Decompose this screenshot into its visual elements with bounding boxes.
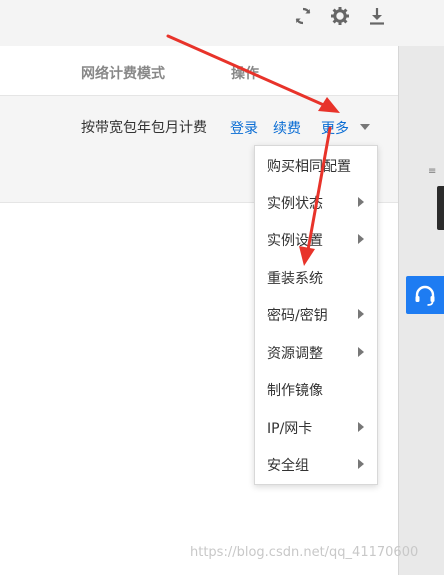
menu-item-reinstall-system[interactable]: 重装系统: [255, 259, 377, 295]
chevron-right-icon: [358, 347, 364, 357]
menu-item-buy-same-config[interactable]: 购买相同配置: [255, 147, 377, 183]
menu-item-label: 密码/密钥: [267, 308, 328, 324]
menu-item-label: IP/网卡: [267, 421, 313, 437]
chevron-right-icon: [358, 459, 364, 469]
chevron-right-icon: [358, 422, 364, 432]
top-toolbar: [0, 0, 398, 46]
download-icon-graphic: [370, 8, 384, 25]
menu-item-instance-settings[interactable]: 实例设置: [255, 221, 377, 257]
gear-icon-graphic: [331, 7, 349, 25]
chevron-right-icon: [358, 309, 364, 319]
customer-support-button[interactable]: [406, 276, 444, 314]
refresh-icon-graphic: [295, 7, 311, 25]
menu-item-label: 制作镜像: [267, 383, 323, 399]
more-actions-menu: 购买相同配置 实例状态 实例设置 重装系统 密码/密钥 资源调整 制作镜像 IP…: [254, 145, 378, 485]
menu-item-password-key[interactable]: 密码/密钥: [255, 296, 377, 332]
watermark-text: https://blog.csdn.net/qq_41170600: [190, 545, 419, 560]
login-link[interactable]: 登录: [230, 118, 258, 138]
scrollbar-thumb[interactable]: [437, 186, 444, 230]
scroll-grip-icon: ≡: [428, 166, 437, 177]
column-header-billing-mode: 网络计费模式: [81, 66, 165, 82]
billing-mode-cell: 按带宽包年包月计费: [81, 120, 207, 136]
menu-item-label: 重装系统: [267, 271, 323, 287]
menu-item-label: 购买相同配置: [267, 159, 351, 175]
headset-icon: [415, 285, 435, 306]
menu-item-resource-adjust[interactable]: 资源调整: [255, 334, 377, 370]
menu-item-label: 实例设置: [267, 233, 323, 249]
more-link[interactable]: 更多: [321, 118, 349, 138]
column-header-operations: 操作: [231, 66, 259, 82]
chevron-right-icon: [358, 197, 364, 207]
menu-item-label: 资源调整: [267, 346, 323, 362]
menu-item-instance-status[interactable]: 实例状态: [255, 184, 377, 220]
chevron-down-icon[interactable]: [360, 124, 370, 130]
menu-item-create-image[interactable]: 制作镜像: [255, 371, 377, 407]
menu-item-security-group[interactable]: 安全组: [255, 446, 377, 482]
chevron-right-icon: [358, 234, 364, 244]
menu-item-ip-nic[interactable]: IP/网卡: [255, 409, 377, 445]
renew-link[interactable]: 续费: [273, 118, 301, 138]
gear-icon[interactable]: [329, 5, 351, 27]
table-header-row: 网络计费模式 操作: [0, 46, 398, 96]
refresh-icon[interactable]: [292, 5, 314, 27]
menu-item-label: 实例状态: [267, 196, 323, 212]
menu-item-label: 安全组: [267, 458, 309, 474]
download-icon[interactable]: [366, 5, 388, 27]
